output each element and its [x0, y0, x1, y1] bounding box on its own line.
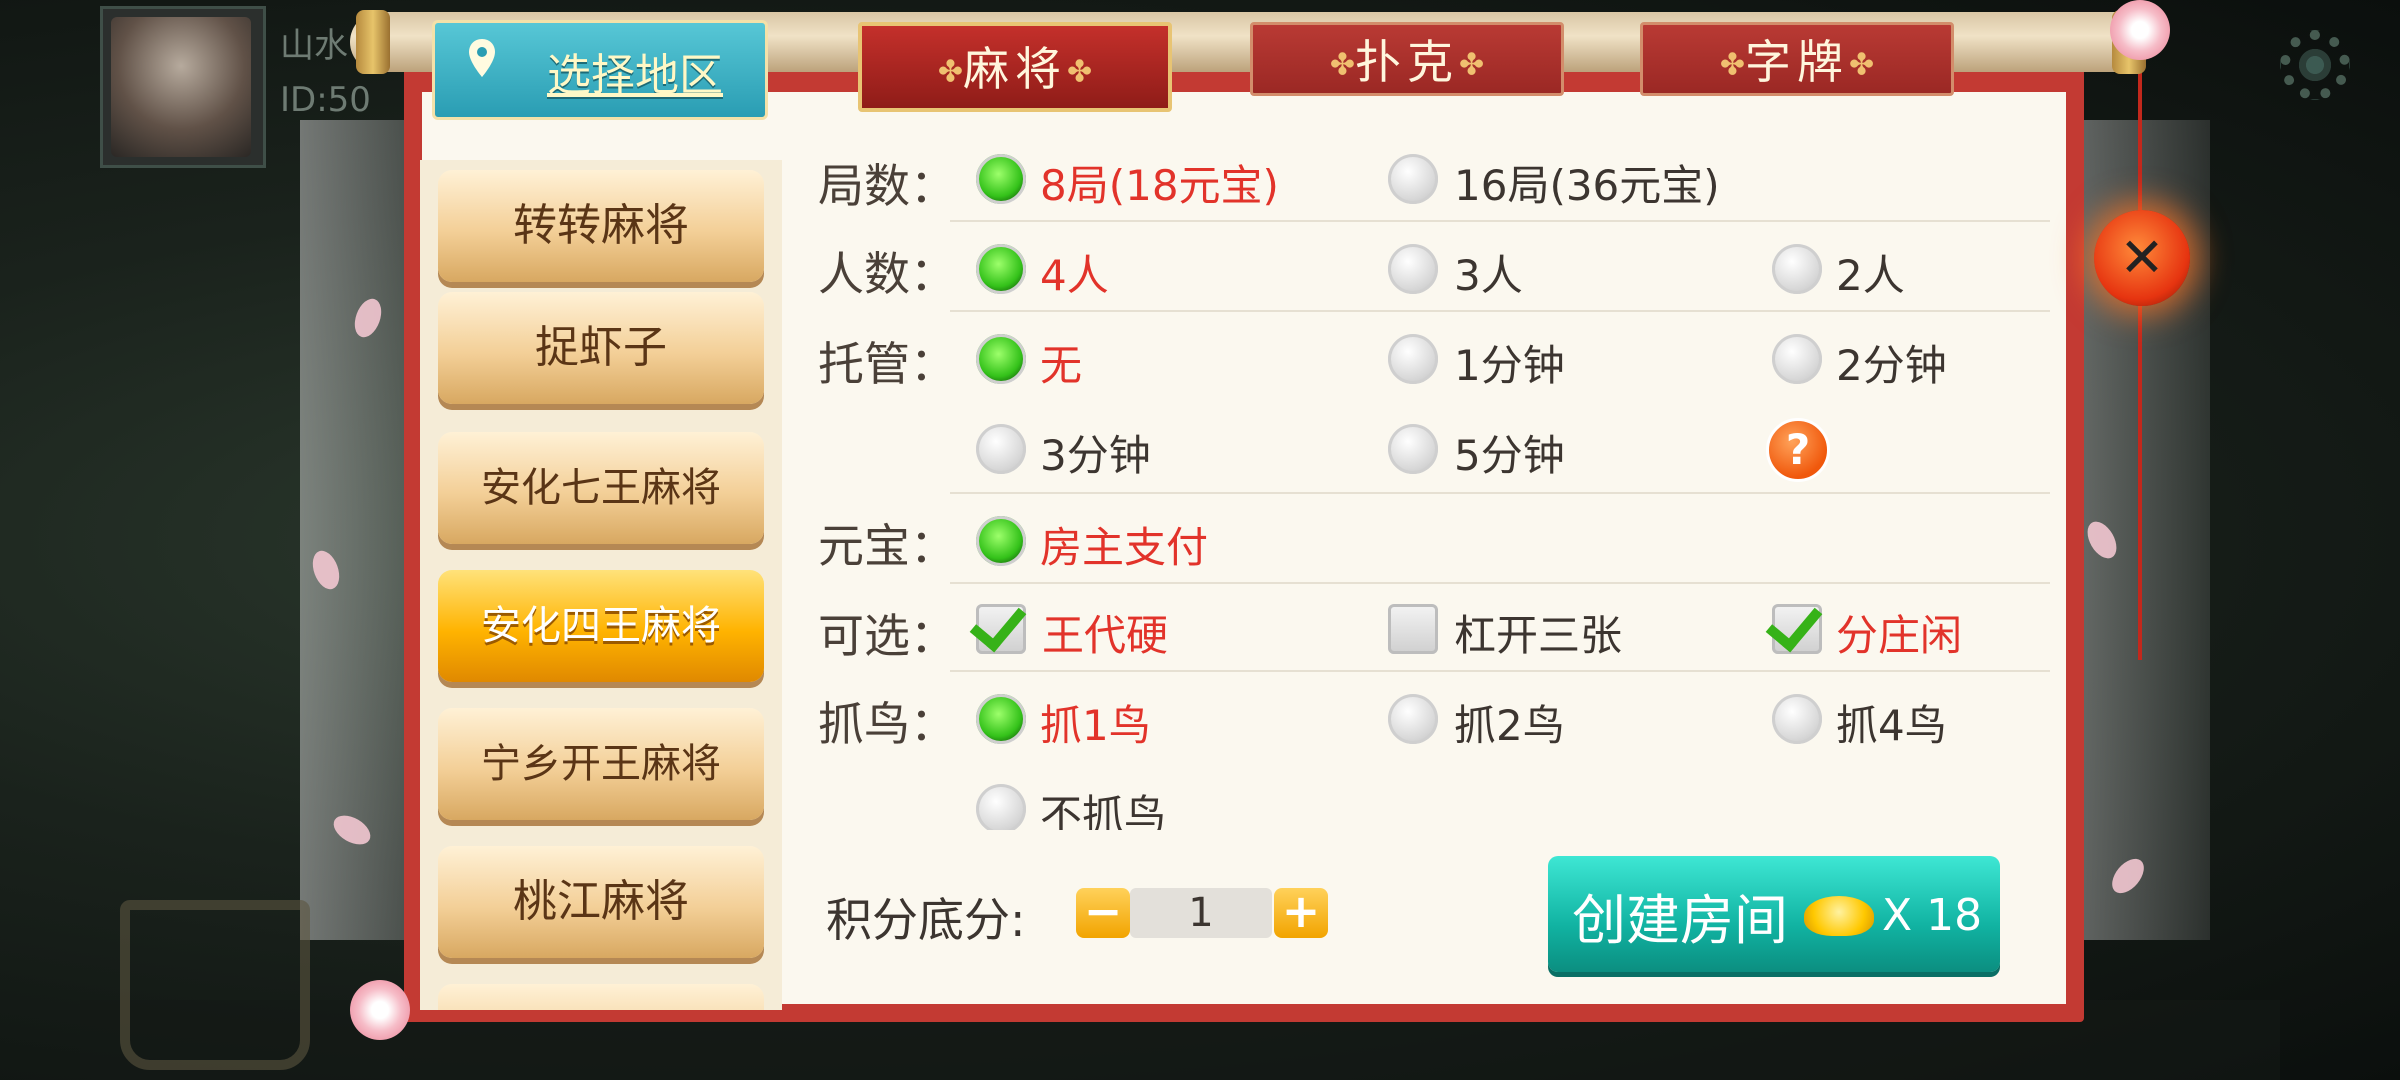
players-label: 人数： — [818, 247, 956, 301]
trustee-2min-label: 2分钟 — [1836, 341, 1947, 390]
help-icon[interactable]: ? — [1766, 418, 1830, 482]
blossom-icon — [350, 980, 410, 1040]
radio-trustee-5min[interactable] — [1388, 424, 1438, 474]
checkbox-gang-kai-san-zhang[interactable] — [1388, 604, 1438, 654]
players-3-label: 3人 — [1454, 251, 1523, 300]
bird-4-label: 抓4鸟 — [1836, 701, 1947, 750]
game-item[interactable]: 安化七王麻将 — [438, 432, 764, 544]
players-2-label: 2人 — [1836, 251, 1905, 300]
bird-2-label: 抓2鸟 — [1454, 701, 1565, 750]
divider — [950, 220, 2050, 222]
radio-trustee-none[interactable] — [976, 334, 1026, 384]
create-room-button[interactable]: 创建房间 X 18 — [1548, 856, 2000, 972]
trustee-label: 托管： — [818, 337, 956, 391]
radio-bird-2[interactable] — [1388, 694, 1438, 744]
divider — [950, 670, 2050, 672]
scroll-end-left — [356, 10, 390, 74]
divider — [950, 310, 2050, 312]
bird-1-label: 抓1鸟 — [1040, 701, 1151, 750]
bird-none-label: 不抓鸟 — [1040, 791, 1167, 830]
game-item[interactable]: 桃江麻将 — [438, 846, 764, 958]
ornament-icon: ✤ — [1459, 47, 1485, 83]
bird-label: 抓鸟： — [818, 697, 956, 751]
tab-mahjong[interactable]: ✤麻将✤ — [858, 22, 1172, 112]
player-name: 山水 — [280, 26, 348, 66]
divider — [950, 492, 2050, 494]
create-room-cost: X 18 — [1882, 890, 1983, 941]
trustee-none-label: 无 — [1040, 341, 1083, 390]
tab-poker[interactable]: ✤扑克✤ — [1250, 22, 1564, 96]
radio-players-4[interactable] — [976, 244, 1026, 294]
select-region-label: 选择地区 — [547, 50, 723, 101]
gang-kai-san-zhang-label: 杠开三张 — [1454, 611, 1623, 660]
tab-mahjong-label: 麻将 — [963, 42, 1067, 96]
radio-rounds-16[interactable] — [1388, 154, 1438, 204]
game-item[interactable]: 捉虾子 — [438, 292, 764, 404]
radio-players-2[interactable] — [1772, 244, 1822, 294]
wang-dai-ying-label: 王代硬 — [1042, 611, 1169, 660]
close-button[interactable]: ✕ — [2094, 210, 2190, 306]
game-item-selected[interactable]: 安化四王麻将 — [438, 570, 764, 682]
divider — [950, 582, 2050, 584]
check-mark-icon — [1765, 593, 1823, 653]
player-avatar[interactable] — [100, 6, 266, 168]
blossom-icon — [2110, 0, 2170, 60]
optional-label: 可选： — [818, 609, 956, 663]
base-score-label: 积分底分: — [826, 893, 1026, 947]
ingot-label: 元宝： — [818, 519, 956, 573]
fen-zhuang-xian-label: 分庄闲 — [1836, 611, 1963, 660]
tab-zipai[interactable]: ✤字牌✤ — [1640, 22, 1954, 96]
avatar-image — [111, 17, 251, 157]
player-id: ID:50 — [280, 80, 371, 120]
gold-ingot-icon — [1804, 896, 1874, 936]
tab-zipai-label: 字牌 — [1745, 35, 1849, 89]
settings-gear-icon[interactable] — [2280, 30, 2350, 100]
rounds-label: 局数： — [818, 159, 956, 213]
trustee-5min-label: 5分钟 — [1454, 431, 1565, 480]
score-increment-button[interactable]: + — [1274, 888, 1328, 938]
location-pin-icon — [469, 39, 495, 77]
shop-cart-icon[interactable] — [120, 900, 310, 1070]
ornament-icon: ✤ — [1719, 47, 1745, 83]
players-4-label: 4人 — [1040, 251, 1109, 300]
score-decrement-button[interactable]: − — [1076, 888, 1130, 938]
rounds-8-label: 8局(18元宝) — [1040, 161, 1279, 210]
select-region-button[interactable]: 选择地区 — [432, 20, 768, 120]
checkbox-wang-dai-ying[interactable] — [969, 593, 1027, 654]
game-item[interactable] — [438, 984, 764, 1010]
trustee-3min-label: 3分钟 — [1040, 431, 1151, 480]
tab-poker-label: 扑克 — [1355, 35, 1459, 89]
create-room-label: 创建房间 — [1572, 889, 1788, 952]
game-list[interactable]: 转转麻将 捉虾子 安化七王麻将 安化四王麻将 宁乡开王麻将 桃江麻将 — [420, 160, 782, 1010]
radio-players-3[interactable] — [1388, 244, 1438, 294]
ornament-icon: ✤ — [1849, 47, 1875, 83]
ornament-icon: ✤ — [937, 54, 963, 90]
ornament-icon: ✤ — [1067, 54, 1093, 90]
radio-rounds-8[interactable] — [976, 154, 1026, 204]
radio-trustee-3min[interactable] — [976, 424, 1026, 474]
checkbox-fen-zhuang-xian[interactable] — [1765, 593, 1823, 654]
radio-trustee-2min[interactable] — [1772, 334, 1822, 384]
ingot-host-label: 房主支付 — [1040, 523, 1209, 572]
hanging-cord — [2138, 60, 2142, 660]
radio-bird-none[interactable] — [976, 784, 1026, 830]
room-options: 局数： 8局(18元宝) 16局(36元宝) 人数： 4人 3人 2人 托管： … — [800, 140, 2050, 830]
rounds-16-label: 16局(36元宝) — [1454, 161, 1720, 210]
trustee-1min-label: 1分钟 — [1454, 341, 1565, 390]
game-item[interactable]: 宁乡开王麻将 — [438, 708, 764, 820]
ornament-icon: ✤ — [1329, 47, 1355, 83]
check-mark-icon — [969, 593, 1027, 653]
radio-bird-1[interactable] — [976, 694, 1026, 744]
radio-bird-4[interactable] — [1772, 694, 1822, 744]
game-item[interactable]: 转转麻将 — [438, 170, 764, 282]
radio-ingot-host[interactable] — [976, 516, 1026, 566]
radio-trustee-1min[interactable] — [1388, 334, 1438, 384]
base-score-field[interactable]: 1 — [1130, 888, 1272, 938]
